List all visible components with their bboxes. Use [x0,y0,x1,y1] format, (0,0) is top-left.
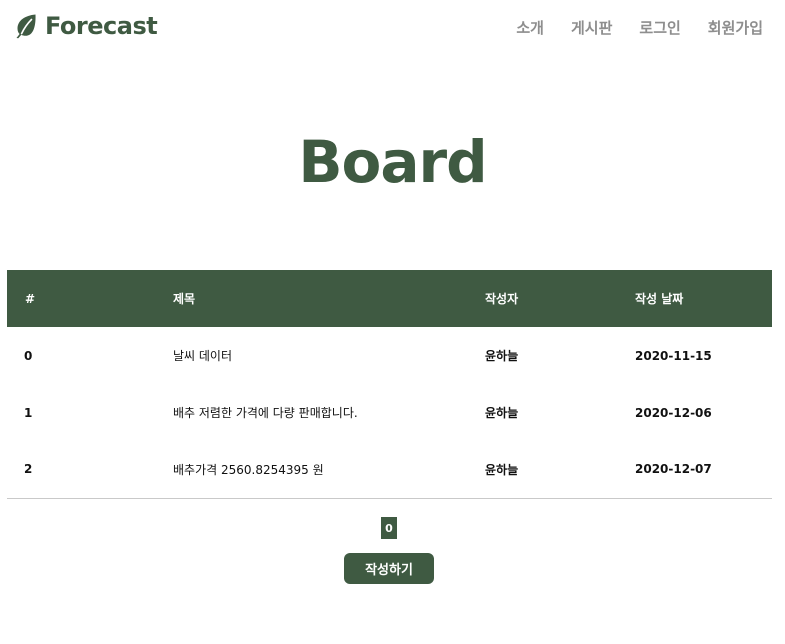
pagination-page-button[interactable]: 0 [381,517,397,539]
row-num: 0 [24,348,33,363]
top-navbar: Forecast 소개 게시판 로그인 회원가입 [0,0,785,56]
header-row: # 제목 작성자 작성 날짜 [7,270,772,327]
page-title: Board [298,128,487,196]
header-title: 제목 [173,292,196,306]
row-author: 윤하늘 [485,406,519,420]
nav-item-login[interactable]: 로그인 [639,17,680,38]
leaf-icon [16,14,36,39]
row-author: 윤하늘 [485,462,519,477]
brand-logo-link[interactable]: Forecast [14,12,158,40]
table-row[interactable]: 2 배추가격 2560.8254395 원 윤하늘 2020-12-07 [7,441,772,498]
table-header: # 제목 작성자 작성 날짜 [7,270,772,327]
nav-item-signup[interactable]: 회원가입 [708,17,763,38]
row-num: 2 [24,462,33,477]
header-author: 작성자 [485,292,519,306]
row-title-link[interactable]: 배추 저렴한 가격에 다량 판매합니다. [173,384,485,441]
nav-item-board[interactable]: 게시판 [571,17,612,38]
row-date: 2020-11-15 [635,348,712,363]
row-title-link[interactable]: 날씨 데이터 [173,327,485,384]
header-date: 작성 날짜 [635,292,684,306]
table-row[interactable]: 1 배추 저렴한 가격에 다량 판매합니다. 윤하늘 2020-12-06 [7,384,772,441]
nav-item-intro[interactable]: 소개 [516,17,544,38]
row-num: 1 [24,405,33,420]
brand-name: Forecast [45,12,158,40]
board-table: # 제목 작성자 작성 날짜 0 날씨 데이터 윤하늘 2020-11-15 1… [7,270,772,499]
table-body: 0 날씨 데이터 윤하늘 2020-11-15 1 배추 저렴한 가격에 다량 … [7,327,772,498]
table-row[interactable]: 0 날씨 데이터 윤하늘 2020-11-15 [7,327,772,384]
row-author: 윤하늘 [485,349,519,363]
row-title-link[interactable]: 배추가격 2560.8254395 원 [173,441,485,498]
write-post-button[interactable]: 작성하기 [344,553,434,584]
header-num: # [25,291,36,306]
row-date: 2020-12-06 [635,405,712,420]
row-date: 2020-12-07 [635,462,712,477]
main-nav: 소개 게시판 로그인 회원가입 [489,17,763,38]
